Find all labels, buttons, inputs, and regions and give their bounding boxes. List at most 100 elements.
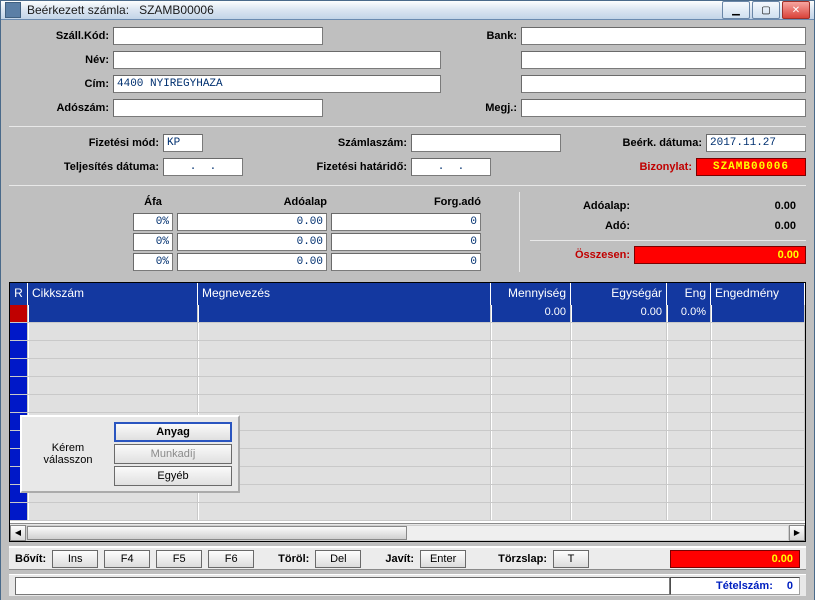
label-bovit: Bővít: xyxy=(15,553,46,565)
teljdatum-field[interactable] xyxy=(163,158,243,176)
window-title: Beérkezett számla: SZAMB00006 xyxy=(27,3,214,17)
row-marker-icon xyxy=(10,305,28,322)
cell-eng[interactable]: 0.0% xyxy=(667,305,711,322)
title-prefix: Beérkezett számla: xyxy=(27,3,129,17)
adoszam-field[interactable] xyxy=(113,99,323,117)
fizmod-field[interactable] xyxy=(163,134,203,152)
scroll-thumb[interactable] xyxy=(27,526,407,540)
grid-hscrollbar[interactable]: ◀ ▶ xyxy=(10,523,805,541)
tetelszam-value: 0 xyxy=(787,580,793,592)
col-eng[interactable]: Eng xyxy=(667,283,711,305)
title-id: SZAMB00006 xyxy=(139,3,214,17)
afa-pct-1[interactable] xyxy=(133,233,173,251)
maximize-button[interactable]: ▢ xyxy=(752,1,780,19)
del-button[interactable]: Del xyxy=(315,550,361,568)
scroll-track[interactable] xyxy=(26,525,789,541)
label-beerk: Beérk. dátuma: xyxy=(565,137,702,149)
afa-adoalap-0[interactable] xyxy=(177,213,327,231)
table-row[interactable]: 0.00 0.00 0.0% xyxy=(10,305,805,323)
statusbar-input[interactable] xyxy=(15,577,670,595)
bizonylat-badge: SZAMB00006 xyxy=(696,158,806,176)
label-cim: Cím: xyxy=(9,78,109,90)
cim-field[interactable] xyxy=(113,75,441,93)
label-fizhatido: Fizetési határidő: xyxy=(247,161,407,173)
t-button[interactable]: T xyxy=(553,550,589,568)
f6-button[interactable]: F6 xyxy=(208,550,254,568)
scroll-left-icon[interactable]: ◀ xyxy=(10,525,26,541)
afa-adoalap-2[interactable] xyxy=(177,253,327,271)
col-egysegar[interactable]: Egységár xyxy=(571,283,667,305)
szallkod-field[interactable] xyxy=(113,27,323,45)
choose-type-popup: Kérem válasszon Anyag Munkadíj Egyéb xyxy=(20,415,240,493)
cell-engedmeny[interactable] xyxy=(711,305,805,322)
label-teljdatum: Teljesítés dátuma: xyxy=(9,161,159,173)
table-row[interactable] xyxy=(10,377,805,395)
bottom-total-badge: 0.00 xyxy=(670,550,800,568)
table-row[interactable] xyxy=(10,395,805,413)
nev-field[interactable] xyxy=(113,51,441,69)
cell-egysegar[interactable]: 0.00 xyxy=(571,305,667,322)
minimize-button[interactable]: ▁ xyxy=(722,1,750,19)
label-torzslap: Törzslap: xyxy=(498,553,547,565)
bank-field-1[interactable] xyxy=(521,27,806,45)
sum-ado-val: 0.00 xyxy=(634,220,806,232)
label-fizmod: Fizetési mód: xyxy=(9,137,159,149)
function-bar: Bővít: Ins F4 F5 F6 Töröl: Del Javít: En… xyxy=(9,546,806,570)
col-engedmeny[interactable]: Engedmény xyxy=(711,283,805,305)
label-szamlaszam: Számlaszám: xyxy=(207,137,407,149)
label-bizonylat: Bizonylat: xyxy=(495,161,692,173)
label-bank: Bank: xyxy=(327,30,517,42)
table-row[interactable] xyxy=(10,341,805,359)
hdr-afa: Áfa xyxy=(133,196,173,208)
tetelszam-badge: Tételszám: 0 xyxy=(670,577,800,595)
hdr-adoalap: Adóalap xyxy=(177,196,327,208)
label-szallkod: Száll.Kód: xyxy=(9,30,109,42)
label-adoszam: Adószám: xyxy=(9,102,109,114)
close-button[interactable]: ✕ xyxy=(782,1,810,19)
bank-field-3[interactable] xyxy=(521,75,806,93)
label-sum-ado: Adó: xyxy=(530,220,630,232)
table-row[interactable] xyxy=(10,323,805,341)
cell-mennyiseg[interactable]: 0.00 xyxy=(491,305,571,322)
szamlaszam-field[interactable] xyxy=(411,134,561,152)
popup-anyag-button[interactable]: Anyag xyxy=(114,422,232,442)
f4-button[interactable]: F4 xyxy=(104,550,150,568)
items-grid[interactable]: R Cikkszám Megnevezés Mennyiség Egységár… xyxy=(9,282,806,542)
col-megnevezes[interactable]: Megnevezés xyxy=(198,283,491,305)
col-r: R xyxy=(10,283,28,305)
table-row[interactable] xyxy=(10,503,805,521)
beerk-date-field[interactable] xyxy=(706,134,806,152)
osszesen-badge: 0.00 xyxy=(634,246,806,264)
label-nev: Név: xyxy=(9,54,109,66)
col-cikkszam[interactable]: Cikkszám xyxy=(28,283,198,305)
label-megj: Megj.: xyxy=(327,102,517,114)
fizhatido-field[interactable] xyxy=(411,158,491,176)
megj-field[interactable] xyxy=(521,99,806,117)
afa-adoalap-1[interactable] xyxy=(177,233,327,251)
tetelszam-label: Tételszám: xyxy=(716,580,773,592)
afa-pct-2[interactable] xyxy=(133,253,173,271)
sum-adoalap-val: 0.00 xyxy=(634,200,806,212)
status-bar: Tételszám: 0 xyxy=(9,574,806,596)
ins-button[interactable]: Ins xyxy=(52,550,98,568)
afa-forgado-0[interactable] xyxy=(331,213,481,231)
col-mennyiseg[interactable]: Mennyiség xyxy=(491,283,571,305)
popup-egyeb-button[interactable]: Egyéb xyxy=(114,466,232,486)
table-row[interactable] xyxy=(10,359,805,377)
label-torol: Töröl: xyxy=(278,553,309,565)
afa-pct-0[interactable] xyxy=(133,213,173,231)
bank-field-2[interactable] xyxy=(521,51,806,69)
cell-cikkszam[interactable] xyxy=(28,305,198,322)
scroll-right-icon[interactable]: ▶ xyxy=(789,525,805,541)
afa-forgado-2[interactable] xyxy=(331,253,481,271)
cell-megnevezes[interactable] xyxy=(198,305,491,322)
f5-button[interactable]: F5 xyxy=(156,550,202,568)
label-javit: Javít: xyxy=(385,553,414,565)
afa-forgado-1[interactable] xyxy=(331,233,481,251)
popup-label: Kérem válasszon xyxy=(28,442,108,466)
hdr-forgado: Forg.adó xyxy=(331,196,481,208)
enter-button[interactable]: Enter xyxy=(420,550,466,568)
popup-munkadij-button[interactable]: Munkadíj xyxy=(114,444,232,464)
grid-header: R Cikkszám Megnevezés Mennyiség Egységár… xyxy=(10,283,805,305)
label-sum-adoalap: Adóalap: xyxy=(530,200,630,212)
